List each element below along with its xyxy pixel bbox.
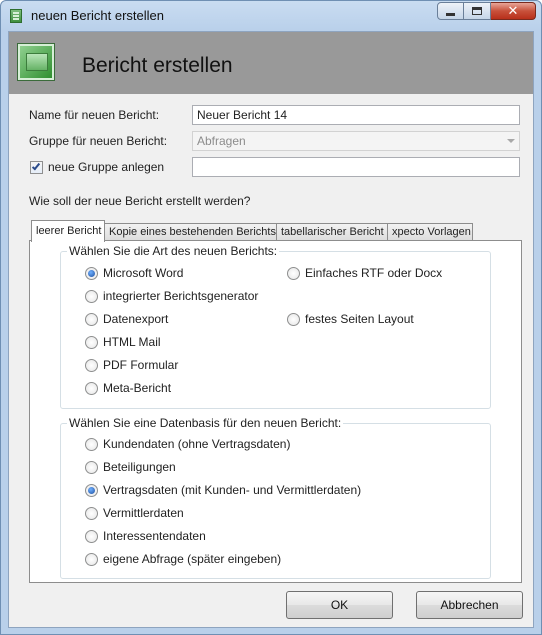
window-title: neuen Bericht erstellen <box>31 8 164 23</box>
radio-button-icon <box>85 506 98 520</box>
radio-datenexport[interactable]: Datenexport <box>85 312 168 326</box>
report-type-group: Wählen Sie die Art des neuen Berichts: M… <box>60 244 491 409</box>
radio-button-icon <box>85 483 98 497</box>
name-input[interactable]: Neuer Bericht 14 <box>192 105 520 125</box>
radio-button-icon <box>85 529 98 543</box>
radio-vertragsdaten[interactable]: Vertragsdaten (mit Kunden- und Vermittle… <box>85 483 361 497</box>
creation-question: Wie soll der neue Bericht erstellt werde… <box>29 194 251 208</box>
radio-einfaches-rtf[interactable]: Einfaches RTF oder Docx <box>287 266 442 280</box>
radio-label: Einfaches RTF oder Docx <box>305 266 443 280</box>
data-basis-group: Wählen Sie eine Datenbasis für den neuen… <box>60 416 491 579</box>
radio-button-icon <box>85 381 98 395</box>
minimize-icon <box>446 12 455 16</box>
app-icon <box>10 9 22 23</box>
tab-panel: Wählen Sie die Art des neuen Berichts: M… <box>29 240 522 583</box>
radio-button-icon <box>287 266 300 280</box>
new-group-label: neue Gruppe anlegen <box>48 160 165 174</box>
tab-xpecto-vorlagen[interactable]: xpecto Vorlagen <box>387 223 473 241</box>
minimize-button[interactable] <box>437 2 464 20</box>
radio-label: Microsoft Word <box>103 266 184 280</box>
dialog-header: Bericht erstellen <box>9 32 533 94</box>
data-basis-legend: Wählen Sie eine Datenbasis für den neuen… <box>67 416 344 430</box>
radio-eigene-abfrage[interactable]: eigene Abfrage (später eingeben) <box>85 552 281 566</box>
chevron-down-icon <box>507 139 515 143</box>
radio-button-icon <box>85 289 98 303</box>
radio-label: Beteiligungen <box>103 460 176 474</box>
group-select[interactable]: Abfragen <box>192 131 520 151</box>
radio-label: Datenexport <box>103 312 169 326</box>
radio-label: Vermittlerdaten <box>103 506 184 520</box>
group-label: Gruppe für neuen Bericht: <box>29 134 168 148</box>
radio-microsoft-word[interactable]: Microsoft Word <box>85 266 183 280</box>
radio-button-icon <box>85 335 98 349</box>
radio-label: Vertragsdaten (mit Kunden- und Vermittle… <box>103 483 362 497</box>
ok-button[interactable]: OK <box>286 591 393 619</box>
radio-button-icon <box>85 358 98 372</box>
tab-kopie[interactable]: Kopie eines bestehenden Berichts <box>104 223 277 241</box>
radio-button-icon <box>85 460 98 474</box>
radio-button-icon <box>85 266 98 280</box>
close-icon: ✕ <box>507 3 519 18</box>
tab-tabellarisch[interactable]: tabellarischer Bericht <box>276 223 388 241</box>
radio-kundendaten[interactable]: Kundendaten (ohne Vertragsdaten) <box>85 437 290 451</box>
report-header-icon <box>18 44 54 80</box>
radio-integrierter-generator[interactable]: integrierter Berichtsgenerator <box>85 289 258 303</box>
radio-button-icon <box>85 312 98 326</box>
radio-vermittlerdaten[interactable]: Vermittlerdaten <box>85 506 184 520</box>
maximize-button[interactable] <box>464 2 491 20</box>
new-group-input[interactable] <box>192 157 520 177</box>
dialog-window: neuen Bericht erstellen ✕ Bericht erstel… <box>0 0 542 635</box>
radio-label: eigene Abfrage (später eingeben) <box>103 552 282 566</box>
cancel-button[interactable]: Abbrechen <box>416 591 523 619</box>
tab-leerer-bericht[interactable]: leerer Bericht <box>31 220 105 242</box>
report-type-legend: Wählen Sie die Art des neuen Berichts: <box>67 244 280 258</box>
dialog-client-area: Bericht erstellen Name für neuen Bericht… <box>8 31 534 628</box>
radio-festes-layout[interactable]: festes Seiten Layout <box>287 312 414 326</box>
radio-label: Kundendaten (ohne Vertragsdaten) <box>103 437 291 451</box>
radio-label: integrierter Berichtsgenerator <box>103 289 259 303</box>
radio-meta-bericht[interactable]: Meta-Bericht <box>85 381 171 395</box>
window-controls: ✕ <box>437 2 536 22</box>
title-bar[interactable]: neuen Bericht erstellen ✕ <box>1 1 541 30</box>
close-button[interactable]: ✕ <box>491 2 536 20</box>
radio-pdf-formular[interactable]: PDF Formular <box>85 358 178 372</box>
radio-beteiligungen[interactable]: Beteiligungen <box>85 460 176 474</box>
radio-interessentendaten[interactable]: Interessentendaten <box>85 529 206 543</box>
radio-html-mail[interactable]: HTML Mail <box>85 335 161 349</box>
radio-label: PDF Formular <box>103 358 179 372</box>
header-title: Bericht erstellen <box>82 54 233 77</box>
radio-button-icon <box>85 552 98 566</box>
radio-button-icon <box>85 437 98 451</box>
radio-label: festes Seiten Layout <box>305 312 414 326</box>
group-select-value: Abfragen <box>197 134 246 148</box>
radio-label: Meta-Bericht <box>103 381 172 395</box>
new-group-checkbox[interactable] <box>30 161 43 174</box>
maximize-icon <box>472 7 482 15</box>
radio-button-icon <box>287 312 300 326</box>
checkmark-icon <box>31 161 41 171</box>
name-label: Name für neuen Bericht: <box>29 108 160 122</box>
radio-label: HTML Mail <box>103 335 161 349</box>
radio-label: Interessentendaten <box>103 529 206 543</box>
